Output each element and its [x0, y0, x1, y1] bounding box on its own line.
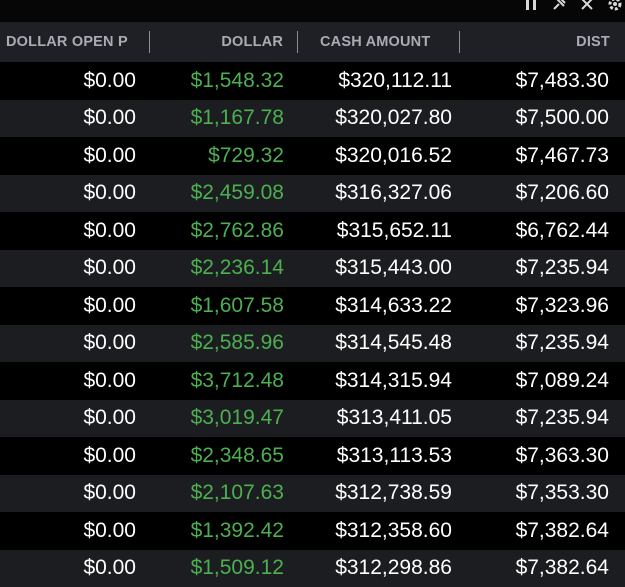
cell-dist: $7,353.30	[460, 475, 625, 513]
cell-cash-amount: $315,652.11	[298, 212, 460, 250]
table-header: DOLLAR OPEN P DOLLAR CASH AMOUNT DIST	[0, 22, 625, 62]
cell-dollar-open-p: $0.00	[0, 362, 150, 400]
cell-dollar-open-p: $0.00	[0, 100, 150, 138]
cell-dollar: $2,348.65	[150, 437, 298, 475]
cell-cash-amount: $312,298.86	[298, 550, 460, 587]
pin-icon[interactable]	[549, 0, 569, 14]
column-header-label: CASH AMOUNT	[320, 34, 430, 50]
cell-cash-amount: $314,315.94	[298, 362, 460, 400]
cell-cash-amount: $313,411.05	[298, 400, 460, 438]
table-row[interactable]: $0.00 $3,019.47 $313,411.05 $7,235.94	[0, 400, 625, 438]
cell-dollar-open-p: $0.00	[0, 287, 150, 325]
cell-cash-amount: $312,738.59	[298, 475, 460, 513]
table-row[interactable]: $0.00 $1,392.42 $312,358.60 $7,382.64	[0, 512, 625, 550]
table-row[interactable]: $0.00 $2,459.08 $316,327.06 $7,206.60	[0, 175, 625, 213]
cell-dollar: $2,236.14	[150, 250, 298, 288]
cell-dollar: $3,019.47	[150, 400, 298, 438]
cell-dist: $7,382.64	[460, 512, 625, 550]
cell-cash-amount: $314,545.48	[298, 325, 460, 363]
cell-dist: $7,235.94	[460, 325, 625, 363]
column-header-label: DOLLAR	[221, 34, 283, 50]
cell-dist: $7,206.60	[460, 175, 625, 213]
column-header-cash-amount[interactable]: CASH AMOUNT	[298, 22, 460, 62]
cell-dollar-open-p: $0.00	[0, 437, 150, 475]
table-row[interactable]: $0.00 $1,509.12 $312,298.86 $7,382.64	[0, 550, 625, 587]
column-header-label: DOLLAR OPEN P	[6, 34, 128, 50]
cell-cash-amount: $316,327.06	[298, 175, 460, 213]
gear-icon[interactable]	[605, 0, 625, 14]
table-row[interactable]: $0.00 $1,607.58 $314,633.22 $7,323.96	[0, 287, 625, 325]
column-header-dist[interactable]: DIST	[460, 22, 625, 62]
toolbar-icons	[521, 0, 625, 14]
cell-dollar-open-p: $0.00	[0, 175, 150, 213]
cell-dollar: $1,392.42	[150, 512, 298, 550]
cell-dollar-open-p: $0.00	[0, 512, 150, 550]
cell-dollar-open-p: $0.00	[0, 400, 150, 438]
panel-toolbar	[0, 0, 625, 22]
cell-dist: $7,467.73	[460, 137, 625, 175]
table-row[interactable]: $0.00 $2,107.63 $312,738.59 $7,353.30	[0, 475, 625, 513]
cell-dist: $7,089.24	[460, 362, 625, 400]
cell-dist: $7,323.96	[460, 287, 625, 325]
table-row[interactable]: $0.00 $729.32 $320,016.52 $7,467.73	[0, 137, 625, 175]
cell-dollar: $1,509.12	[150, 550, 298, 587]
cell-cash-amount: $320,027.80	[298, 100, 460, 138]
cell-dollar: $729.32	[150, 137, 298, 175]
cell-cash-amount: $312,358.60	[298, 512, 460, 550]
cell-cash-amount: $313,113.53	[298, 437, 460, 475]
cell-dist: $6,762.44	[460, 212, 625, 250]
cell-dist: $7,500.00	[460, 100, 625, 138]
cell-cash-amount: $320,112.11	[298, 62, 460, 100]
table-row[interactable]: $0.00 $1,548.32 $320,112.11 $7,483.30	[0, 62, 625, 100]
table-row[interactable]: $0.00 $2,585.96 $314,545.48 $7,235.94	[0, 325, 625, 363]
table-row[interactable]: $0.00 $2,762.86 $315,652.11 $6,762.44	[0, 212, 625, 250]
cell-dollar: $2,107.63	[150, 475, 298, 513]
cell-dollar: $2,459.08	[150, 175, 298, 213]
column-header-dollar-open-p[interactable]: DOLLAR OPEN P	[0, 22, 150, 62]
table-row[interactable]: $0.00 $2,236.14 $315,443.00 $7,235.94	[0, 250, 625, 288]
cell-dist: $7,235.94	[460, 250, 625, 288]
cell-dollar: $1,548.32	[150, 62, 298, 100]
cell-dollar-open-p: $0.00	[0, 212, 150, 250]
cell-dist: $7,235.94	[460, 400, 625, 438]
column-header-dollar[interactable]: DOLLAR	[150, 22, 298, 62]
column-header-label: DIST	[576, 34, 610, 50]
cell-dist: $7,363.30	[460, 437, 625, 475]
cell-dist: $7,382.64	[460, 550, 625, 587]
close-icon[interactable]	[577, 0, 597, 14]
cell-dollar: $2,762.86	[150, 212, 298, 250]
cell-dollar: $1,607.58	[150, 287, 298, 325]
cell-dollar-open-p: $0.00	[0, 137, 150, 175]
cell-dist: $7,483.30	[460, 62, 625, 100]
table-row[interactable]: $0.00 $1,167.78 $320,027.80 $7,500.00	[0, 100, 625, 138]
cell-dollar-open-p: $0.00	[0, 62, 150, 100]
cell-dollar-open-p: $0.00	[0, 550, 150, 587]
pause-icon[interactable]	[521, 0, 541, 14]
cell-dollar: $3,712.48	[150, 362, 298, 400]
cell-cash-amount: $315,443.00	[298, 250, 460, 288]
cell-dollar-open-p: $0.00	[0, 475, 150, 513]
cell-dollar-open-p: $0.00	[0, 325, 150, 363]
cell-dollar: $2,585.96	[150, 325, 298, 363]
cell-dollar-open-p: $0.00	[0, 250, 150, 288]
cell-dollar: $1,167.78	[150, 100, 298, 138]
table-row[interactable]: $0.00 $3,712.48 $314,315.94 $7,089.24	[0, 362, 625, 400]
cell-cash-amount: $320,016.52	[298, 137, 460, 175]
table-row[interactable]: $0.00 $2,348.65 $313,113.53 $7,363.30	[0, 437, 625, 475]
cell-cash-amount: $314,633.22	[298, 287, 460, 325]
data-grid-panel: DOLLAR OPEN P DOLLAR CASH AMOUNT DIST $0…	[0, 0, 625, 566]
table-body: $0.00 $1,548.32 $320,112.11 $7,483.30 $0…	[0, 62, 625, 587]
